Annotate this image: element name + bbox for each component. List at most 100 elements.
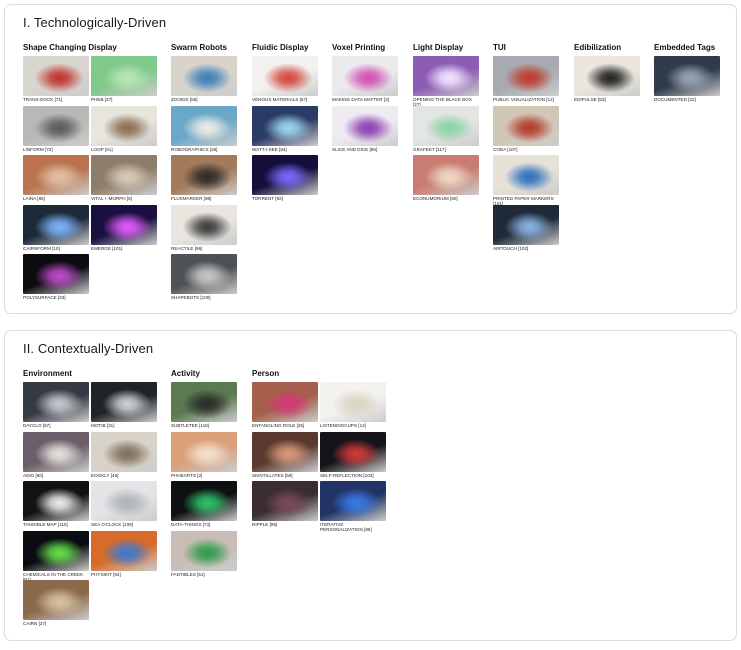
project-image bbox=[91, 155, 157, 195]
project-caption: PHEB [37] bbox=[91, 97, 113, 102]
project-caption: CAIRNFORM [10] bbox=[23, 245, 60, 251]
project-caption: MAKING DATA MATTER [3] bbox=[332, 97, 389, 102]
project-image bbox=[413, 105, 479, 146]
project-caption: FANTIBLES [51] bbox=[171, 571, 205, 577]
thumbnail-card[interactable]: EMERGE [101] bbox=[91, 204, 157, 251]
thumbnail-card[interactable]: EOOKLY [45] bbox=[91, 431, 157, 478]
project-caption: MOTIB [31] bbox=[91, 423, 115, 428]
project-caption: FLUXMARKER [98] bbox=[171, 196, 212, 201]
project-caption: PUBLIC VISUALIZATION [12] bbox=[493, 97, 554, 102]
thumbnail-card[interactable]: REACTILE [96] bbox=[171, 204, 237, 251]
project-caption: LOOP [61] bbox=[91, 146, 113, 152]
project-caption: SKINTILLATES [59] bbox=[252, 472, 293, 478]
project-caption: DOCUMENTED [22] bbox=[654, 97, 696, 102]
thumbnail-card[interactable]: LOOP [61] bbox=[91, 105, 157, 152]
thumbnail-card[interactable]: ZOOIDS [58] bbox=[171, 56, 237, 102]
project-caption: WATT-I-SEE [84] bbox=[252, 146, 287, 152]
thumbnail-card[interactable]: DATA-THINGS [73] bbox=[171, 481, 237, 527]
thumbnail-card[interactable]: DAYCLO [57] bbox=[23, 382, 89, 428]
thumbnail-card[interactable]: TRANS-DOCK [71] bbox=[23, 56, 89, 102]
project-caption: SLICE AND DICE [86] bbox=[332, 146, 378, 152]
thumbnail-card[interactable]: CAIRNFORM [10] bbox=[23, 204, 89, 251]
project-image bbox=[171, 254, 237, 294]
project-image bbox=[413, 155, 479, 195]
thumbnail-card[interactable]: ADIO [60] bbox=[23, 431, 89, 478]
project-caption: REACTILE [96] bbox=[171, 245, 203, 251]
thumbnail-card[interactable]: SUBTLETEE [118] bbox=[171, 382, 237, 428]
project-caption: ROBOGRAPHICS [29] bbox=[171, 146, 218, 152]
project-image bbox=[332, 56, 398, 96]
project-image bbox=[252, 431, 318, 472]
thumbnail-card[interactable]: TANGIBLE MAP [110] bbox=[23, 481, 89, 527]
thumbnail-card[interactable]: ITERATIVE PERSONALIZATION [88] bbox=[320, 481, 386, 532]
thumbnail-card[interactable]: RIPPLE [95] bbox=[252, 481, 318, 527]
thumbnail-card[interactable]: SLICE AND DICE [86] bbox=[332, 105, 398, 152]
project-caption: RIPPLE [95] bbox=[252, 522, 278, 527]
thumbnail-card[interactable]: LISTENINGCUPS [14] bbox=[320, 382, 386, 428]
project-image bbox=[320, 431, 386, 472]
project-caption: ECONUMORIUM [90] bbox=[413, 196, 458, 201]
thumbnail-card[interactable]: SKINTILLATES [59] bbox=[252, 431, 318, 478]
project-image bbox=[252, 382, 318, 422]
project-caption: LINFORM [72] bbox=[23, 146, 53, 152]
project-image bbox=[171, 431, 237, 472]
thumbnail-card[interactable]: FLUXMARKER [98] bbox=[171, 155, 237, 201]
thumbnail-card[interactable]: PHEB [37] bbox=[91, 56, 157, 102]
thumbnail-card[interactable]: PHHEARTS [2] bbox=[171, 431, 237, 478]
thumbnail-card[interactable]: PUBLIC VISUALIZATION [12] bbox=[493, 56, 559, 102]
thumbnail-card[interactable]: ENTANGLING ROLE [25] bbox=[252, 382, 318, 428]
thumbnail-card[interactable]: ECONUMORIUM [90] bbox=[413, 155, 479, 201]
thumbnail-card[interactable]: WATT-I-SEE [84] bbox=[252, 105, 318, 152]
column-title: Person bbox=[252, 369, 280, 378]
project-caption: VENOUS MATERIALS [67] bbox=[252, 97, 308, 102]
thumbnail-card[interactable]: CHEMICALS IN THE CREEK [81] bbox=[23, 530, 89, 582]
thumbnail-card[interactable]: VITAL + MORPH [5] bbox=[91, 155, 157, 201]
project-image bbox=[23, 155, 89, 195]
project-image bbox=[23, 431, 89, 472]
project-image bbox=[171, 382, 237, 422]
thumbnail-card[interactable]: SHAPEBOTS [100] bbox=[171, 254, 237, 300]
project-caption: POLYSURFACE [33] bbox=[23, 295, 66, 300]
project-caption: SEA O'CLOCK [109] bbox=[91, 522, 133, 527]
thumbnail-card[interactable]: CAIRN [27] bbox=[23, 580, 89, 626]
project-image bbox=[413, 56, 479, 96]
thumbnail-card[interactable]: POLYSURFACE [33] bbox=[23, 254, 89, 300]
project-image bbox=[23, 254, 89, 294]
thumbnail-card[interactable]: PHYSIKIT [94] bbox=[91, 530, 157, 577]
project-caption: SUBTLETEE [118] bbox=[171, 423, 209, 428]
section-contextually-driven: II. Contextually-Driven Environment DAYCL… bbox=[4, 330, 737, 641]
project-caption: VITAL + MORPH [5] bbox=[91, 196, 132, 201]
project-caption: LAINA [85] bbox=[23, 196, 45, 201]
section-technologically-driven: I. Technologically-Driven Shape Changing… bbox=[4, 4, 737, 314]
thumbnail-card[interactable]: PRINTED PAPER MARKERS [101] bbox=[493, 155, 559, 206]
project-caption: AIRTOUCH [102] bbox=[493, 245, 529, 251]
thumbnail-card[interactable]: EDIPULSE [53] bbox=[574, 56, 640, 102]
thumbnail-card[interactable]: OPENING THE BLACK BOX [27] bbox=[413, 56, 479, 107]
project-image bbox=[171, 204, 237, 245]
project-image bbox=[91, 204, 157, 245]
thumbnail-card[interactable]: CODA [107] bbox=[493, 105, 559, 152]
project-caption: GRAFEET [117] bbox=[413, 146, 446, 152]
project-caption: PHHEARTS [2] bbox=[171, 472, 203, 478]
thumbnail-card[interactable]: TORRENT [92] bbox=[252, 155, 318, 201]
column-title: Embedded Tags bbox=[654, 43, 716, 52]
thumbnail-card[interactable]: SEA O'CLOCK [109] bbox=[91, 481, 157, 527]
thumbnail-card[interactable]: FANTIBLES [51] bbox=[171, 530, 237, 577]
thumbnail-card[interactable]: LAINA [85] bbox=[23, 155, 89, 201]
project-caption: TRANS-DOCK [71] bbox=[23, 97, 63, 102]
thumbnail-card[interactable]: MAKING DATA MATTER [3] bbox=[332, 56, 398, 102]
project-caption: EMERGE [101] bbox=[91, 245, 123, 251]
thumbnail-card[interactable]: AIRTOUCH [102] bbox=[493, 204, 559, 251]
thumbnail-card[interactable]: LINFORM [72] bbox=[23, 105, 89, 152]
project-image bbox=[320, 382, 386, 422]
project-image bbox=[23, 56, 89, 96]
thumbnail-card[interactable]: MOTIB [31] bbox=[91, 382, 157, 428]
project-caption: CAIRN [27] bbox=[23, 621, 47, 626]
thumbnail-card[interactable]: DOCUMENTED [22] bbox=[654, 56, 720, 102]
project-image bbox=[23, 105, 89, 146]
thumbnail-card[interactable]: GRAFEET [117] bbox=[413, 105, 479, 152]
thumbnail-card[interactable]: SELF-REFLECTION [103] bbox=[320, 431, 386, 478]
thumbnail-card[interactable]: VENOUS MATERIALS [67] bbox=[252, 56, 318, 102]
thumbnail-card[interactable]: ROBOGRAPHICS [29] bbox=[171, 105, 237, 152]
project-image bbox=[91, 382, 157, 422]
